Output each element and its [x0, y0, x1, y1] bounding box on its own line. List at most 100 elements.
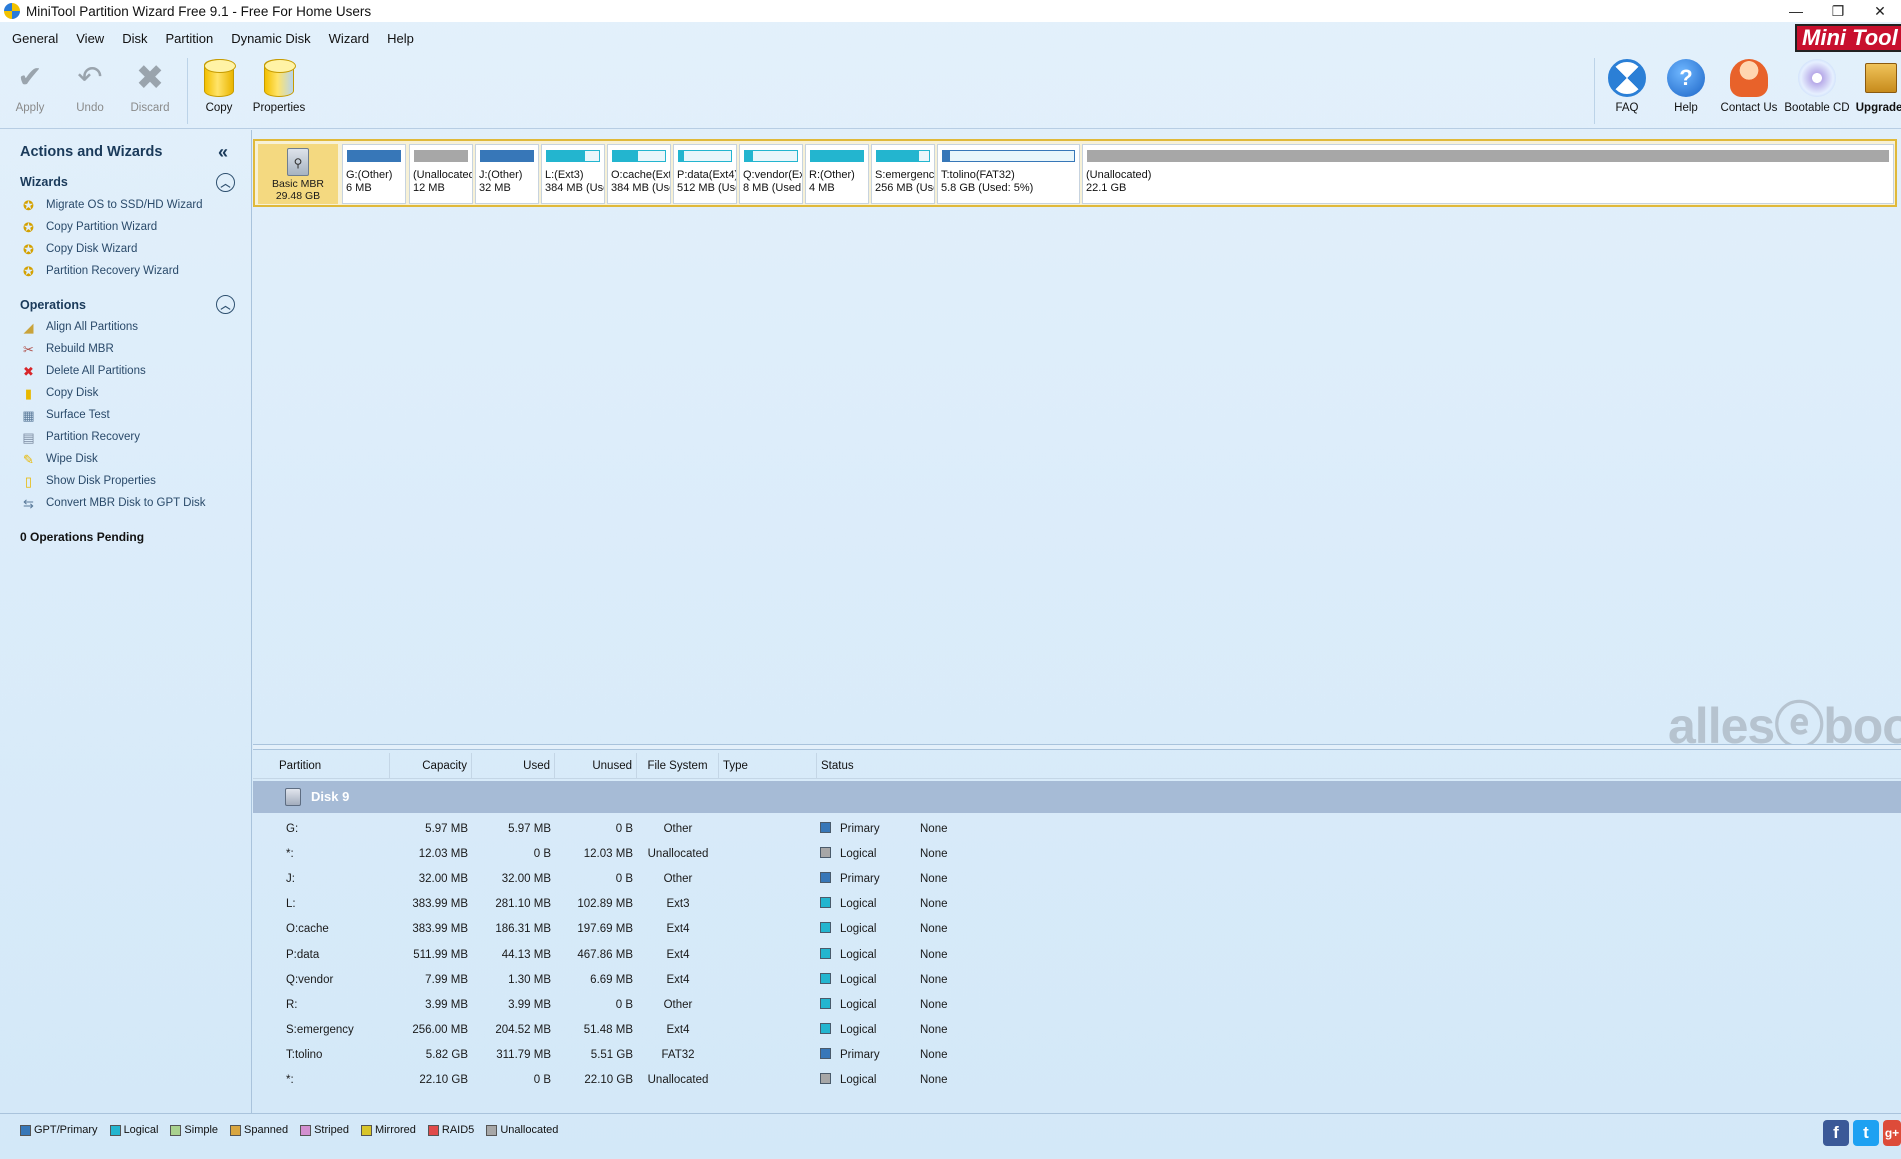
partition-block[interactable]: Q:vendor(Ext48 MB (Used: 1( — [739, 144, 803, 204]
col-status[interactable]: Status — [817, 753, 1901, 779]
sidebar-item-migrate-os[interactable]: ✪ Migrate OS to SSD/HD Wizard — [21, 196, 203, 214]
sidebar-item-surface-test[interactable]: ▦ Surface Test — [21, 406, 109, 424]
table-row[interactable]: R: 3.99 MB 3.99 MB 0 B Other Logical None — [253, 993, 1901, 1018]
properties-button[interactable]: Properties — [249, 58, 309, 126]
sidebar-item-copy-partition[interactable]: ✪ Copy Partition Wizard — [21, 218, 157, 236]
partition-block[interactable]: O:cache(Ext4)384 MB (Used: — [607, 144, 671, 204]
faq-button[interactable]: FAQ — [1597, 58, 1657, 126]
disk-info-block[interactable]: ⚲ Basic MBR 29.48 GB — [258, 144, 338, 204]
window-controls: — ❐ ✕ — [1775, 0, 1901, 22]
usage-bar — [1087, 150, 1889, 162]
wizards-collapse-toggle[interactable]: ︿ — [216, 173, 235, 192]
col-unused[interactable]: Unused — [555, 753, 637, 779]
table-row[interactable]: P:data 511.99 MB 44.13 MB 467.86 MB Ext4 Logi… — [253, 943, 1901, 968]
cell-status: None — [920, 823, 948, 835]
sidebar-item-copy-disk-wizard[interactable]: ✪ Copy Disk Wizard — [21, 240, 137, 258]
support-person-icon — [1729, 58, 1769, 98]
partition-name: (Unallocated) — [413, 169, 472, 181]
usage-fill — [547, 151, 585, 161]
collapse-sidebar-icon[interactable]: « — [218, 142, 228, 163]
sidebar-item-rebuild-mbr[interactable]: ✂ Rebuild MBR — [21, 340, 114, 358]
menu-disk[interactable]: Disk — [113, 31, 156, 46]
upgrade-button[interactable]: Upgrade! — [1851, 58, 1901, 126]
menu-bar: General View Disk Partition Dynamic Disk… — [0, 22, 1901, 54]
table-row[interactable]: *: 12.03 MB 0 B 12.03 MB Unallocated Logical N… — [253, 842, 1901, 867]
type-color-swatch — [820, 997, 831, 1009]
menu-dynamic-disk[interactable]: Dynamic Disk — [222, 31, 319, 46]
cell-status: None — [920, 898, 948, 911]
upgrade-label: Upgrade! — [1855, 102, 1901, 114]
undo-button[interactable]: ↶ Undo — [60, 58, 120, 126]
pane-splitter[interactable] — [253, 744, 1901, 750]
col-file-system[interactable]: File System — [637, 753, 719, 779]
sidebar-item-align-all[interactable]: ◢ Align All Partitions — [21, 318, 139, 336]
cell-capacity: 383.99 MB — [412, 923, 468, 936]
sidebar-item-convert-mbr-gpt[interactable]: ⇆ Convert MBR Disk to GPT Disk — [21, 494, 206, 512]
menu-help[interactable]: Help — [378, 31, 423, 46]
partition-block[interactable]: (Unallocated) 12 MB — [409, 144, 473, 204]
menu-wizard[interactable]: Wizard — [320, 31, 378, 46]
partition-label: G:(Other) 6 MB — [346, 169, 405, 195]
sidebar-item-partition-recovery-wizard[interactable]: ✪ Partition Recovery Wizard — [21, 262, 179, 280]
cell-partition: R: — [286, 998, 298, 1011]
partition-block[interactable]: G:(Other) 6 MB — [342, 144, 406, 204]
type-color-swatch — [820, 922, 831, 934]
sidebar-item-partition-recovery[interactable]: ▤ Partition Recovery — [21, 428, 140, 446]
partition-block[interactable]: L:(Ext3)384 MB (Used: — [541, 144, 605, 204]
table-row[interactable]: L: 383.99 MB 281.10 MB 102.89 MB Ext3 Logical… — [253, 892, 1901, 917]
menu-partition[interactable]: Partition — [156, 31, 222, 46]
table-row[interactable]: G: 5.97 MB 5.97 MB 0 B Other Primary None — [253, 817, 1901, 842]
sidebar-item-copy-disk[interactable]: ▮ Copy Disk — [21, 384, 98, 402]
minimize-button[interactable]: — — [1775, 0, 1817, 22]
twitter-icon[interactable]: t — [1853, 1120, 1879, 1146]
copy-button[interactable]: Copy — [189, 58, 249, 126]
table-row[interactable]: S:emergency 256.00 MB 204.52 MB 51.48 MB Ext… — [253, 1018, 1901, 1043]
google-plus-icon[interactable]: g+ — [1883, 1120, 1901, 1146]
sidebar-item-wipe-disk[interactable]: ✎ Wipe Disk — [21, 450, 98, 468]
sidebar-item-label: Rebuild MBR — [46, 343, 114, 355]
partition-block[interactable]: J:(Other) 32 MB — [475, 144, 539, 204]
menu-view[interactable]: View — [67, 31, 113, 46]
disk-row[interactable]: Disk 9 — [253, 781, 1901, 813]
wipe-icon: ✎ — [23, 451, 34, 467]
table-row[interactable]: *: 22.10 GB 0 B 22.10 GB Unallocated Logical N… — [253, 1068, 1901, 1093]
help-button[interactable]: ? Help — [1656, 58, 1716, 126]
partition-block[interactable]: S:emergency(E256 MB (Used: — [871, 144, 935, 204]
partition-block[interactable]: T:tolino(FAT32) 5.8 GB (Used: 5%) — [937, 144, 1080, 204]
partition-block[interactable]: R:(Other) 4 MB — [805, 144, 869, 204]
partition-block[interactable]: P:data(Ext4)512 MB (Used: — [673, 144, 737, 204]
col-partition[interactable]: Partition — [275, 753, 390, 779]
cell-file-system: Other — [663, 998, 693, 1011]
cell-file-system: Unallocated — [647, 848, 709, 861]
col-capacity[interactable]: Capacity — [390, 753, 472, 779]
checkmark-icon: ✔ — [17, 61, 43, 94]
wizard-icon: ✪ — [23, 241, 34, 257]
cell-partition: J: — [286, 873, 295, 886]
menu-general[interactable]: General — [3, 31, 67, 46]
restore-button[interactable]: ❐ — [1817, 0, 1859, 22]
apply-button[interactable]: ✔ Apply — [0, 58, 60, 126]
partition-block[interactable]: (Unallocated) 22.1 GB — [1082, 144, 1894, 204]
bootable-cd-button[interactable]: Bootable CD — [1784, 58, 1850, 126]
col-type[interactable]: Type — [719, 753, 817, 779]
col-used[interactable]: Used — [472, 753, 555, 779]
facebook-icon[interactable]: f — [1823, 1120, 1849, 1146]
partition-name: L:(Ext3) — [545, 169, 584, 181]
close-button[interactable]: ✕ — [1859, 0, 1901, 22]
contact-us-button[interactable]: Contact Us — [1719, 58, 1779, 126]
disk-map[interactable]: ⚲ Basic MBR 29.48 GB G:(Other) 6 MB (Unall… — [253, 139, 1897, 207]
table-row[interactable]: Q:vendor 7.99 MB 1.30 MB 6.69 MB Ext4 Logical… — [253, 968, 1901, 993]
table-row[interactable]: T:tolino 5.82 GB 311.79 MB 5.51 GB FAT32 Prim… — [253, 1043, 1901, 1068]
discard-x-icon: ✖ — [135, 59, 165, 97]
table-row[interactable]: J: 32.00 MB 32.00 MB 0 B Other Primary None — [253, 867, 1901, 892]
table-row[interactable]: O:cache 383.99 MB 186.31 MB 197.69 MB Ext4 Lo… — [253, 917, 1901, 942]
operations-collapse-toggle[interactable]: ︿ — [216, 295, 235, 314]
cell-used: 3.99 MB — [508, 998, 551, 1011]
sidebar-item-show-disk-properties[interactable]: ▯ Show Disk Properties — [21, 472, 156, 490]
discard-button[interactable]: ✖ Discard — [120, 58, 180, 126]
type-label: Logical — [840, 998, 877, 1011]
sidebar-item-delete-all[interactable]: ✖ Delete All Partitions — [21, 362, 146, 380]
partition-name: (Unallocated) — [1086, 169, 1152, 181]
partition-name: T:tolino(FAT32) — [941, 169, 1015, 181]
cell-partition: Q:vendor — [286, 973, 334, 986]
